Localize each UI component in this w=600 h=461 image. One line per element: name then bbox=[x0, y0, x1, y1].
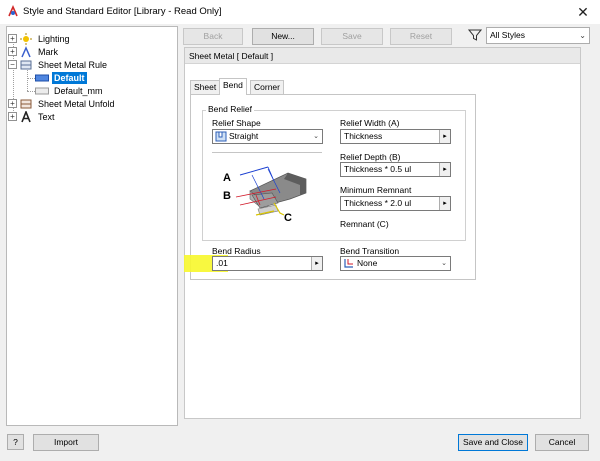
title-bar: Style and Standard Editor [Library - Rea… bbox=[0, 0, 600, 24]
minimum-remnant-field[interactable]: Thickness * 2.0 ul ▸ bbox=[340, 196, 451, 211]
chevron-down-icon: ⌄ bbox=[313, 133, 319, 140]
chevron-down-icon: ⌄ bbox=[579, 31, 586, 40]
bend-relief-caption: Bend Relief bbox=[206, 104, 254, 114]
text-style-icon bbox=[19, 110, 33, 123]
relief-depth-field[interactable]: Thickness * 0.5 ul ▸ bbox=[340, 162, 451, 177]
window-title: Style and Standard Editor [Library - Rea… bbox=[23, 6, 222, 17]
expand-icon[interactable]: + bbox=[8, 112, 17, 121]
style-filter-dropdown[interactable]: All Styles ⌄ bbox=[486, 27, 590, 44]
reset-button[interactable]: Reset bbox=[390, 28, 452, 45]
tree-item-default[interactable]: Default bbox=[35, 71, 87, 84]
diagram-label-c: C bbox=[284, 212, 292, 224]
lighting-icon bbox=[19, 32, 33, 45]
chevron-right-icon[interactable]: ▸ bbox=[311, 257, 322, 270]
tree-item-mark[interactable]: + Mark bbox=[8, 45, 60, 58]
bend-radius-field[interactable]: .01 ▸ bbox=[212, 256, 323, 271]
tree-item-text[interactable]: + Text bbox=[8, 110, 57, 123]
tree-item-default-mm[interactable]: Default_mm bbox=[35, 84, 105, 97]
relief-shape-label: Relief Shape bbox=[212, 118, 261, 128]
panel-title: Sheet Metal [ Default ] bbox=[189, 51, 274, 61]
tree-item-label: Lighting bbox=[38, 33, 70, 44]
minimum-remnant-label: Minimum Remnant bbox=[340, 185, 412, 195]
style-swatch-icon bbox=[35, 85, 49, 97]
bend-relief-diagram: A B C bbox=[212, 152, 322, 230]
bend-relief-illustration: A B C bbox=[223, 166, 307, 224]
relief-width-label: Relief Width (A) bbox=[340, 118, 400, 128]
tree-item-label: Default_mm bbox=[54, 85, 103, 96]
relief-width-field[interactable]: Thickness ▸ bbox=[340, 129, 451, 144]
panel-header: Sheet Metal [ Default ] bbox=[185, 48, 580, 64]
bend-radius-label: Bend Radius bbox=[212, 246, 261, 256]
import-button[interactable]: Import bbox=[33, 434, 99, 451]
tree-item-label: Mark bbox=[38, 46, 58, 57]
bend-transition-label: Bend Transition bbox=[340, 246, 400, 256]
tree-item-label: Default bbox=[52, 71, 87, 84]
style-swatch-icon bbox=[35, 72, 49, 84]
save-and-close-button[interactable]: Save and Close bbox=[458, 434, 528, 451]
tree-item-sheet-metal-rule[interactable]: − Sheet Metal Rule bbox=[8, 58, 109, 71]
expand-icon[interactable]: + bbox=[8, 99, 17, 108]
close-icon[interactable]: ✕ bbox=[572, 4, 594, 20]
chevron-right-icon[interactable]: ▸ bbox=[439, 163, 450, 176]
expand-icon[interactable]: + bbox=[8, 47, 17, 56]
dialog-body: + Lighting + Mark − Sheet Metal Rule Def… bbox=[0, 24, 600, 461]
tree-item-label: Sheet Metal Rule bbox=[38, 59, 108, 70]
sheet-metal-rule-icon bbox=[19, 59, 33, 71]
tree-item-label: Text bbox=[38, 111, 55, 122]
relief-shape-value: Straight bbox=[229, 131, 259, 141]
minimum-remnant-value: Thickness * 2.0 ul bbox=[344, 198, 412, 208]
new-style-button[interactable]: New... bbox=[252, 28, 314, 45]
tab-corner[interactable]: Corner bbox=[250, 80, 284, 95]
back-button[interactable]: Back bbox=[183, 28, 243, 45]
chevron-right-icon[interactable]: ▸ bbox=[439, 197, 450, 210]
tree-item-lighting[interactable]: + Lighting bbox=[8, 32, 72, 45]
chevron-right-icon[interactable]: ▸ bbox=[439, 130, 450, 143]
remnant-label: Remnant (C) bbox=[340, 219, 389, 229]
chevron-down-icon: ⌄ bbox=[441, 260, 447, 267]
cancel-button[interactable]: Cancel bbox=[535, 434, 589, 451]
sheet-metal-unfold-icon bbox=[19, 98, 33, 110]
bend-transition-value: None bbox=[357, 258, 378, 268]
diagram-label-a: A bbox=[223, 172, 231, 184]
expand-icon[interactable]: + bbox=[8, 34, 17, 43]
save-button[interactable]: Save bbox=[321, 28, 383, 45]
relief-depth-value: Thickness * 0.5 ul bbox=[344, 164, 412, 174]
bend-radius-value: .01 bbox=[216, 258, 228, 268]
tab-bend[interactable]: Bend bbox=[219, 78, 247, 95]
tab-sheet[interactable]: Sheet bbox=[190, 80, 221, 95]
tree-item-label: Sheet Metal Unfold bbox=[38, 98, 115, 109]
relief-width-value: Thickness bbox=[344, 131, 383, 141]
straight-relief-icon bbox=[215, 131, 227, 142]
collapse-icon[interactable]: − bbox=[8, 60, 17, 69]
filter-icon bbox=[468, 29, 482, 41]
help-button[interactable]: ? bbox=[7, 434, 24, 450]
bend-transition-icon bbox=[344, 259, 353, 268]
app-icon bbox=[8, 5, 18, 17]
style-tree[interactable]: + Lighting + Mark − Sheet Metal Rule Def… bbox=[6, 26, 178, 426]
relief-shape-dropdown[interactable]: Straight ⌄ bbox=[212, 129, 323, 144]
mark-icon bbox=[19, 45, 33, 58]
relief-depth-label: Relief Depth (B) bbox=[340, 152, 401, 162]
bend-transition-dropdown[interactable]: None ⌄ bbox=[340, 256, 451, 271]
diagram-label-b: B bbox=[223, 190, 231, 202]
tree-item-sheet-metal-unfold[interactable]: + Sheet Metal Unfold bbox=[8, 97, 117, 110]
style-filter-value: All Styles bbox=[490, 30, 525, 40]
